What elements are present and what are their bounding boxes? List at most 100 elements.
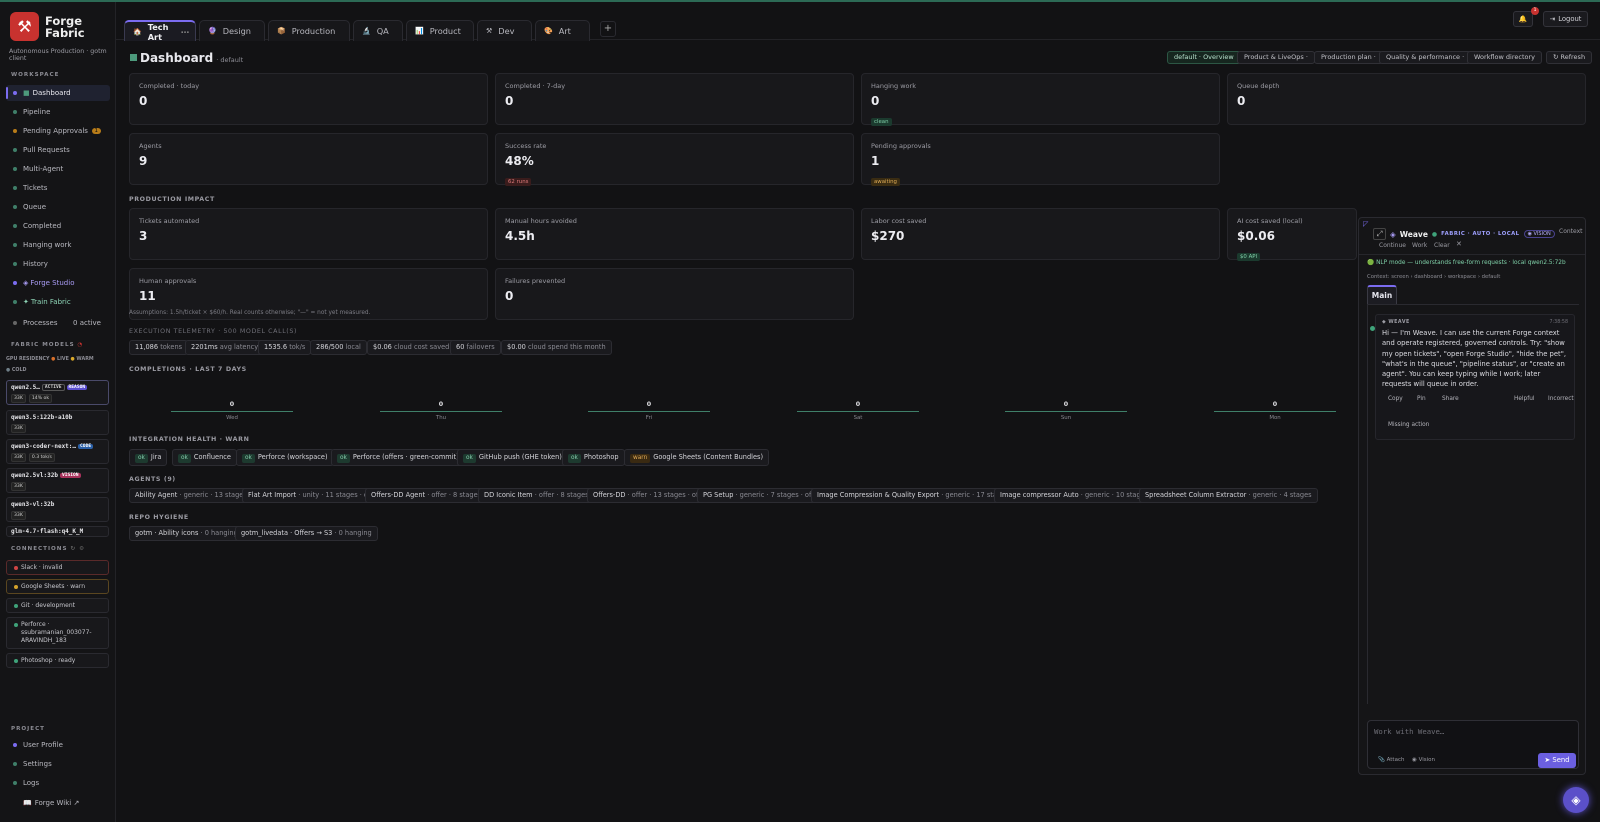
model-card[interactable]: qwen2.5… ACTIVE REASON 33K 14% ok <box>6 380 109 405</box>
sidebar-item-dashboard[interactable]: ■ Dashboard <box>6 85 110 101</box>
day-label: Wed <box>226 415 238 421</box>
tab-production[interactable]: 📦 Production <box>268 20 350 41</box>
day-value: 0 <box>229 401 235 408</box>
agent-chip[interactable]: Flat Art Import · unity · 11 stages · of… <box>242 488 379 503</box>
tab-tech-art[interactable]: 🏠 Tech Art ⋯ <box>124 20 196 42</box>
connection-google-sheets[interactable]: Google Sheets · warn <box>6 579 109 594</box>
integration-chip[interactable]: warn Google Sheets (Content Bundles) <box>624 449 770 466</box>
settings-icon[interactable]: ⚙ <box>79 546 85 552</box>
integration-chip[interactable]: ok Photoshop <box>562 449 625 466</box>
model-card[interactable]: glm-4.7-flash:q4_K_M <box>6 526 109 537</box>
nlp-mode-text: NLP mode — understands free-form request… <box>1376 260 1566 266</box>
model-card[interactable]: qwen3-vl:32b 33K <box>6 497 109 522</box>
send-label: Send <box>1552 756 1570 764</box>
view-product-liveops-button[interactable]: Product & LiveOps · <box>1237 51 1315 64</box>
view-production-plan-button[interactable]: Production plan · <box>1314 51 1383 64</box>
model-card[interactable]: qwen3.5:122b-a10b 33K <box>6 410 109 435</box>
sidebar-item-user-profile[interactable]: User Profile <box>6 737 110 753</box>
sidebar-item-label: Logs <box>23 779 40 787</box>
view-quality-performance-button[interactable]: Quality & performance · <box>1379 51 1472 64</box>
expand-icon[interactable]: ⤢ <box>1373 228 1386 240</box>
agent-chip[interactable]: PG Setup · generic · 7 stages · off <box>697 488 820 503</box>
model-card[interactable]: qwen3-coder-next:… CODE 33K 0.3 tok/s <box>6 439 109 464</box>
incorrect-button[interactable]: Incorrect <box>1548 396 1574 402</box>
sidebar-item-forge-studio[interactable]: ◈ Forge Studio <box>6 275 110 291</box>
tab-product[interactable]: 📊 Product <box>406 20 474 41</box>
sidebar-item-hanging-work[interactable]: Hanging work <box>6 237 110 253</box>
telemetry-metric: cloud spend this month <box>528 343 606 351</box>
sidebar-item-train-fabric[interactable]: ✦ Train Fabric <box>6 294 110 310</box>
integration-chip[interactable]: ok Perforce (offers · green-commit) <box>331 449 465 466</box>
sidebar-item-tickets[interactable]: Tickets <box>6 180 110 196</box>
sidebar-item-pipeline[interactable]: Pipeline <box>6 104 110 120</box>
view-default-overview-button[interactable]: default · Overview <box>1167 51 1241 64</box>
tab-menu-icon[interactable]: ⋯ <box>181 27 189 37</box>
sidebar-item-completed[interactable]: Completed <box>6 218 110 234</box>
repo-meta: · 0 hanging <box>334 529 372 537</box>
share-button[interactable]: Share <box>1442 396 1459 402</box>
sidebar-item-forge-wiki[interactable]: 📖 Forge Wiki ↗ <box>6 795 110 811</box>
pin-button[interactable]: Pin <box>1417 396 1426 402</box>
add-tab-button[interactable]: + <box>600 21 616 37</box>
copy-button[interactable]: Copy <box>1388 396 1403 402</box>
missing-action-button[interactable]: Missing action <box>1388 422 1429 428</box>
model-card[interactable]: qwen2.5vl:32b VISION 33K <box>6 468 109 493</box>
sidebar-item-pull-requests[interactable]: Pull Requests <box>6 142 110 158</box>
day-label: Sun <box>1060 415 1072 421</box>
stat-label: Completed · today <box>139 82 200 90</box>
helpful-button[interactable]: Helpful <box>1514 396 1535 402</box>
close-icon[interactable]: ✕ <box>1456 240 1462 248</box>
day-label: Fri <box>645 415 653 421</box>
clear-button[interactable]: Clear <box>1434 242 1450 249</box>
sidebar-item-queue[interactable]: Queue <box>6 199 110 215</box>
weave-input[interactable]: Work with Weave… 📎 Attach ◉ Vision ➤ Sen… <box>1367 720 1579 769</box>
refresh-button[interactable]: ↻ Refresh <box>1546 51 1593 64</box>
connection-photoshop[interactable]: Photoshop · ready <box>6 653 109 668</box>
tab-design[interactable]: 🔮 Design <box>199 20 265 41</box>
brand-name-2: Fabric <box>45 25 85 40</box>
agent-chip[interactable]: Offers-DD · offer · 13 stages · off <box>587 488 707 503</box>
brand[interactable]: ⚒ Forge Fabric <box>10 12 85 41</box>
connection-perforce[interactable]: Perforce · ssubramanian_003077-ARAVINDH_… <box>6 617 109 649</box>
sidebar-item-history[interactable]: History <box>6 256 110 272</box>
send-button[interactable]: ➤ Send <box>1538 753 1576 768</box>
sidebar-item-pending-approvals[interactable]: Pending Approvals 1 <box>6 123 110 139</box>
repo-chip[interactable]: gotm_livedata · Offers → S3 · 0 hanging <box>235 526 378 541</box>
refresh-icon[interactable]: ↻ <box>70 546 76 552</box>
sidebar-item-processes[interactable]: Processes 0 active <box>6 315 110 331</box>
telemetry-value: 1535.6 <box>264 343 288 351</box>
context-button[interactable]: Context <box>1559 228 1583 235</box>
repo-meta: · 0 hanging <box>200 529 238 537</box>
integration-chip[interactable]: ok Perforce (workspace) <box>236 449 334 466</box>
integration-chip[interactable]: ok GitHub push (GHE token) <box>457 449 568 466</box>
agent-chip[interactable]: DD Iconic Item · offer · 8 stages <box>478 488 595 503</box>
agent-chip[interactable]: Image Compression & Quality Export · gen… <box>811 488 1015 503</box>
tab-art[interactable]: 🎨 Art <box>535 20 590 41</box>
integration-chip[interactable]: ok Jira <box>129 449 168 466</box>
sidebar-item-logs[interactable]: Logs <box>6 775 110 791</box>
connection-git[interactable]: Git · development <box>6 598 109 613</box>
tab-dev[interactable]: ⚒ Dev <box>477 20 532 41</box>
continue-button[interactable]: Continue <box>1379 242 1406 249</box>
tab-main[interactable]: Main <box>1367 285 1397 304</box>
vision-button[interactable]: ◉ Vision <box>1412 757 1435 763</box>
stat-label: Completed · 7-day <box>505 82 566 90</box>
integration-chip[interactable]: ok Confluence <box>172 449 237 466</box>
logout-button[interactable]: ⇥ Logout <box>1543 11 1588 27</box>
agent-chip[interactable]: Offers-DD Agent · offer · 8 stages <box>365 488 488 503</box>
connection-slack[interactable]: Slack · invalid <box>6 560 109 575</box>
sidebar-item-multi-agent[interactable]: Multi-Agent <box>6 161 110 177</box>
agent-chip[interactable]: Ability Agent · generic · 13 stages <box>129 488 253 503</box>
sidebar-item-settings[interactable]: Settings <box>6 756 110 772</box>
agent-meta: · offer · 13 stages · off <box>627 491 701 499</box>
tab-qa[interactable]: 🔬 QA <box>353 20 403 41</box>
agent-chip[interactable]: Spreadsheet Column Extractor · generic ·… <box>1139 488 1318 503</box>
workflow-directory-button[interactable]: Workflow directory <box>1467 51 1542 64</box>
repo-chip[interactable]: gotm · Ability icons · 0 hanging <box>129 526 244 541</box>
model-role-badge: REASON <box>66 385 88 390</box>
notifications-button[interactable]: 🔔 <box>1513 11 1533 27</box>
work-button[interactable]: Work <box>1412 242 1427 249</box>
agent-chip[interactable]: Image compressor Auto · generic · 10 sta… <box>994 488 1155 503</box>
attach-button[interactable]: 📎 Attach <box>1378 757 1404 763</box>
weave-fab-button[interactable]: ◈ <box>1563 787 1589 813</box>
